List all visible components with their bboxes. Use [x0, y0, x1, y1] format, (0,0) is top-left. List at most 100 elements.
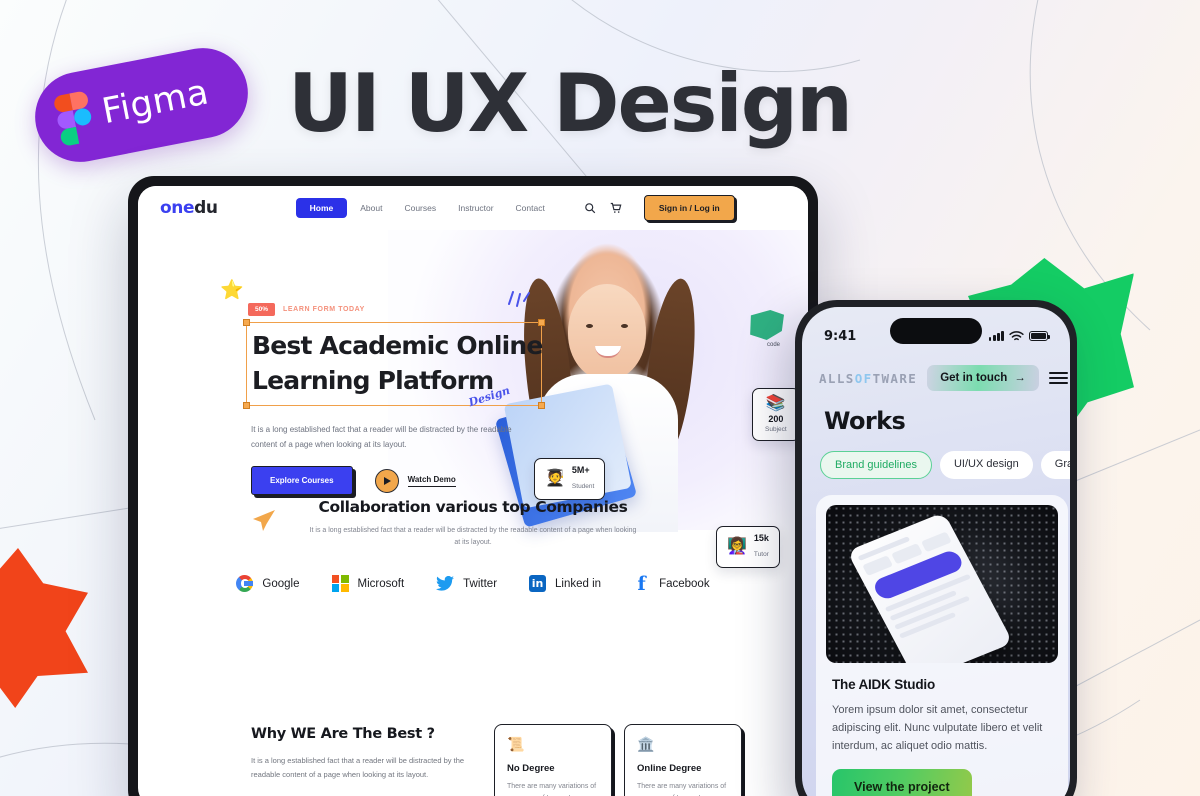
brand-label-microsoft: Microsoft — [357, 577, 405, 590]
why-card-body-0: There are many variations of passages of… — [507, 783, 597, 796]
project-thumbnail-image[interactable] — [826, 505, 1058, 663]
brand-label-twitter: Twitter — [463, 577, 498, 590]
stat-value-subject: 200 — [768, 414, 784, 424]
hamburger-menu-icon[interactable] — [1048, 371, 1068, 385]
nav-link-about[interactable]: About — [351, 198, 391, 218]
phone-screen: 9:41 ALLSOFTWARE Get in touch → Works Br… — [802, 307, 1070, 796]
search-icon[interactable] — [584, 202, 596, 214]
hero-headline-line1: Best Academic Online — [252, 331, 543, 360]
brand-label-linkedin: Linked in — [555, 577, 602, 590]
figma-logo-icon — [52, 90, 96, 147]
cart-icon[interactable] — [610, 202, 622, 214]
hero-eyebrow: LEARN FORM TODAY — [283, 306, 365, 313]
nav-link-contact[interactable]: Contact — [507, 198, 554, 218]
work-card-body: Yorem ipsum dolor sit amet, consectetur … — [832, 704, 1043, 752]
nav-link-home[interactable]: Home — [295, 198, 348, 218]
why-card-online-degree[interactable]: 🏛️ Online Degree There are many variatio… — [624, 724, 742, 796]
books-icon: 📚 — [765, 395, 786, 412]
brand-label-facebook: Facebook — [659, 577, 710, 590]
squiggle-icon — [508, 291, 530, 307]
brand-facebook: f Facebook — [633, 572, 710, 595]
why-paragraph: It is a long established fact that a rea… — [251, 756, 465, 779]
watch-demo-label: Watch Demo — [407, 475, 456, 487]
stat-label-students: Student — [571, 483, 595, 490]
site-logo[interactable]: onedu — [160, 198, 218, 218]
figma-badge: Figma — [27, 40, 256, 170]
why-section: Why WE Are The Best ? It is a long estab… — [251, 726, 491, 782]
laptop-mockup: onedu Home About Courses Instructor Cont… — [128, 176, 818, 796]
orange-star-blob — [0, 548, 88, 708]
nav-link-courses[interactable]: Courses — [395, 198, 445, 218]
watch-demo-group[interactable]: Watch Demo — [374, 468, 456, 493]
app-logo[interactable]: ALLSOFTWARE — [819, 371, 917, 386]
resize-handle-bottom-left[interactable] — [243, 402, 250, 409]
brand-microsoft: Microsoft — [331, 575, 405, 592]
eye-right — [621, 324, 628, 328]
stat-value-students: 5M+ — [571, 465, 590, 475]
figma-label: Figma — [98, 72, 213, 133]
brand-google: Google — [236, 575, 300, 592]
student-avatar-icon: 🧑‍🎓 — [545, 470, 565, 487]
arrow-right-icon: → — [1014, 372, 1026, 384]
filter-chip-brand-guidelines[interactable]: Brand guidelines — [820, 451, 932, 479]
logo-text-du: du — [194, 198, 218, 218]
certificate-icon: 📜 — [507, 736, 525, 752]
work-card-title: The AIDK Studio — [832, 677, 935, 692]
get-in-touch-button[interactable]: Get in touch → — [927, 365, 1039, 391]
why-title: Why WE Are The Best ? — [251, 726, 435, 742]
stat-label-subject: Subject — [765, 426, 787, 433]
works-heading: Works — [824, 407, 906, 435]
cellular-signal-icon — [988, 331, 1004, 341]
explore-courses-button[interactable]: Explore Courses — [251, 466, 353, 495]
filter-chip-row: Brand guidelines UI/UX design Graphic — [820, 451, 1070, 479]
why-card-list: 📜 No Degree There are many variations of… — [494, 724, 742, 796]
discount-badge: 50% — [248, 303, 276, 316]
hero-eyebrow-row: 50% LEARN FORM TODAY — [248, 303, 365, 316]
app-navbar: ALLSOFTWARE Get in touch → — [802, 361, 1070, 395]
poster-canvas: Figma UI UX Design onedu Home About Cour… — [0, 0, 1200, 796]
logo-text-one: one — [160, 198, 195, 218]
status-indicators — [988, 330, 1051, 342]
phone-mockup: 9:41 ALLSOFTWARE Get in touch → Works Br… — [795, 300, 1077, 796]
collaboration-subtitle: It is a long established fact that a rea… — [309, 527, 637, 546]
hero-paragraph: It is a long established fact that a rea… — [251, 425, 512, 449]
eye-left — [586, 324, 593, 328]
nav-links: Home About Courses Instructor Contact — [295, 198, 554, 218]
nav-icons — [584, 202, 622, 214]
wifi-icon — [1009, 330, 1024, 340]
app-logo-part1: ALLS — [819, 370, 855, 386]
resize-handle-bottom-right[interactable] — [538, 402, 545, 409]
brand-twitter: Twitter — [436, 576, 497, 591]
view-project-button[interactable]: View the project — [832, 769, 972, 796]
brand-linkedin: in Linked in — [529, 575, 601, 592]
signin-button[interactable]: Sign in / Log in — [643, 195, 735, 221]
bank-icon: 🏛️ — [637, 736, 655, 752]
work-card: The AIDK Studio Yorem ipsum dolor sit am… — [816, 495, 1068, 796]
hero-cta-row: Explore Courses Watch Demo — [251, 466, 456, 495]
brand-label-google: Google — [262, 577, 300, 590]
collaboration-section: Collaboration various top Companies It i… — [138, 498, 808, 595]
play-icon[interactable] — [374, 468, 399, 493]
facebook-icon: f — [637, 572, 646, 595]
star-icon: ⭐ — [220, 280, 244, 301]
app-logo-part3: TWARE — [872, 370, 918, 386]
collaboration-title: Collaboration various top Companies — [318, 498, 628, 516]
twitter-icon — [436, 576, 455, 591]
smile — [595, 346, 621, 358]
microsoft-icon — [331, 575, 349, 592]
stat-card-subject: 📚 200 Subject — [752, 388, 800, 441]
google-icon — [236, 575, 254, 592]
page-title: UI UX Design — [288, 57, 853, 150]
app-logo-part2: OF — [854, 370, 873, 386]
brand-logo-row: Google Microsoft Twitter in Linked in f … — [138, 572, 808, 595]
face — [568, 284, 646, 380]
why-card-no-degree[interactable]: 📜 No Degree There are many variations of… — [494, 724, 612, 796]
resize-handle-top-left[interactable] — [243, 319, 250, 326]
nav-link-instructor[interactable]: Instructor — [449, 198, 502, 218]
filter-chip-uiux-design[interactable]: UI/UX design — [939, 451, 1033, 479]
site-navbar: onedu Home About Courses Instructor Cont… — [138, 186, 808, 230]
resize-handle-top-right[interactable] — [538, 319, 545, 326]
status-bar: 9:41 — [802, 307, 1070, 353]
browser-screen: onedu Home About Courses Instructor Cont… — [138, 186, 808, 796]
filter-chip-graphic[interactable]: Graphic — [1040, 451, 1070, 479]
